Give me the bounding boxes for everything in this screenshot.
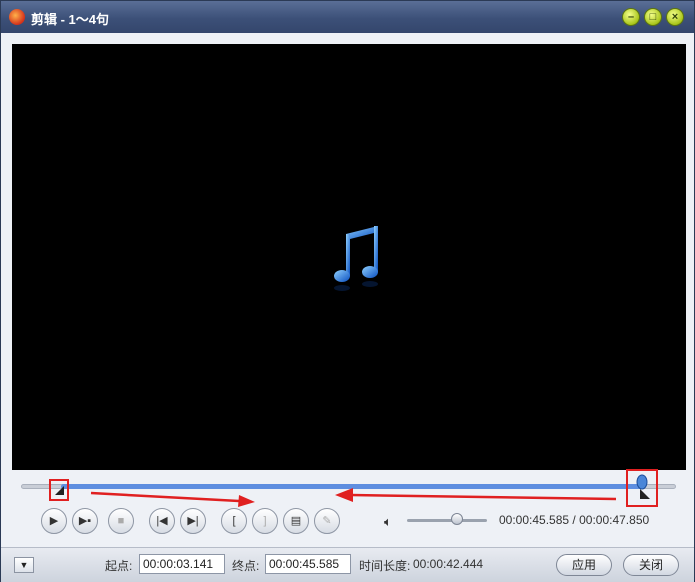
video-preview	[12, 44, 686, 470]
bottom-bar: ▼ 起点: 终点: 时间长度: 00:00:42.444 应用 关闭	[1, 547, 694, 582]
edit-window: 剪辑 - 1～4句 – □ × ▶ ▶▪ ■ |◀ ▶| [] ▤ ✎ 🔈︎ …	[0, 0, 695, 582]
stop-button[interactable]: ■	[108, 508, 134, 534]
annotation-arrow-right	[90, 491, 255, 507]
duration-label: 时间长度:	[359, 559, 411, 573]
window-title: 剪辑 - 1～4句	[31, 12, 110, 27]
play-selection-icon: ▶▪	[78, 515, 92, 527]
add-clip-icon: ▤	[290, 515, 302, 527]
mark-out-button[interactable]: ]	[252, 508, 278, 534]
next-button[interactable]: ▶|	[180, 508, 206, 534]
options-dropdown[interactable]: ▼	[14, 557, 34, 573]
close-button[interactable]: 关闭	[623, 554, 679, 576]
end-time-field[interactable]	[265, 554, 351, 574]
close-window-button[interactable]: ×	[666, 8, 684, 26]
play-icon: ▶	[49, 515, 59, 527]
prev-icon: |◀	[156, 515, 168, 527]
volume-slider[interactable]	[407, 519, 487, 522]
time-display: 00:00:45.585 / 00:00:47.850	[499, 513, 650, 527]
start-marker-highlight	[49, 479, 69, 501]
start-time-field[interactable]	[139, 554, 225, 574]
play-button[interactable]: ▶	[41, 508, 67, 534]
eraser-button[interactable]: ✎	[314, 508, 340, 534]
eraser-icon: ✎	[322, 515, 332, 527]
next-icon: ▶|	[187, 515, 199, 527]
music-note-icon	[334, 226, 378, 291]
title-bar[interactable]: 剪辑 - 1～4句 – □ ×	[1, 1, 694, 33]
start-label: 起点:	[105, 559, 133, 573]
app-icon	[9, 9, 25, 25]
apply-button[interactable]: 应用	[556, 554, 612, 576]
volume-icon[interactable]: 🔈︎	[384, 514, 392, 530]
stop-icon: ■	[117, 515, 125, 527]
play-selection-button[interactable]: ▶▪	[72, 508, 98, 534]
add-clip-button[interactable]: ▤	[283, 508, 309, 534]
previous-button[interactable]: |◀	[149, 508, 175, 534]
chevron-down-icon: ▼	[19, 560, 29, 570]
annotation-arrow-left	[335, 488, 617, 502]
minimize-button[interactable]: –	[622, 8, 640, 26]
duration-value: 00:00:42.444	[413, 557, 484, 571]
total-time: 00:00:47.850	[579, 513, 650, 527]
end-marker-highlight	[626, 469, 658, 507]
volume-knob[interactable]	[450, 513, 463, 525]
end-label: 终点:	[232, 559, 260, 573]
maximize-button[interactable]: □	[644, 8, 662, 26]
mark-in-icon: [	[232, 515, 236, 527]
current-time: 00:00:45.585	[499, 513, 570, 527]
mark-out-icon: ]	[263, 515, 267, 527]
mark-in-button[interactable]: [	[221, 508, 247, 534]
